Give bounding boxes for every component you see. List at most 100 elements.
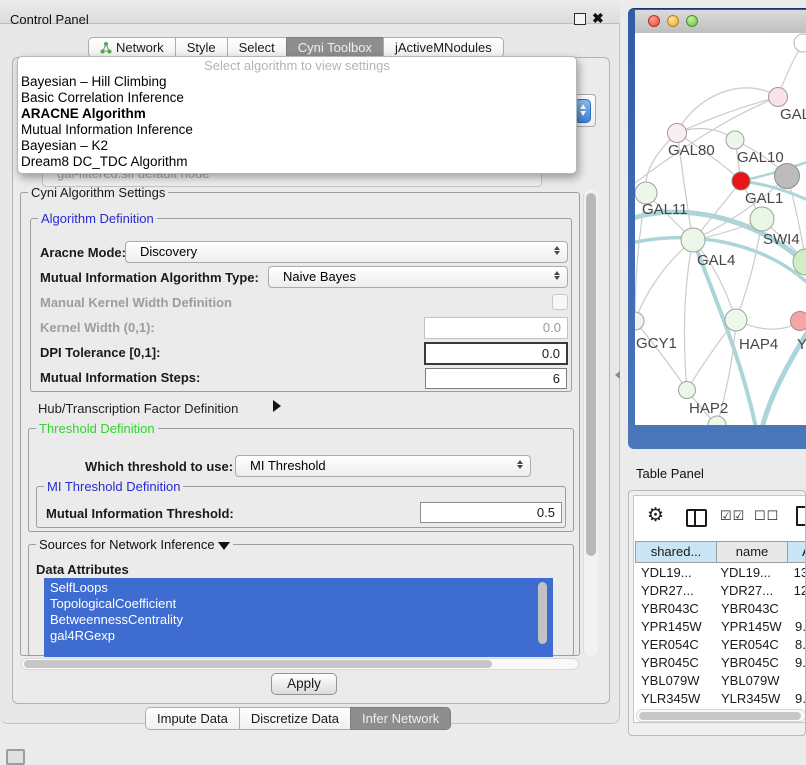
aracne-mode-select[interactable]: Discovery <box>125 241 568 263</box>
network-node[interactable] <box>794 34 806 52</box>
kernel-width-field[interactable]: 0.0 <box>424 317 568 339</box>
tab-jactivemnodules[interactable]: jActiveMNodules <box>383 37 504 58</box>
network-node-label: GAL80 <box>668 142 715 159</box>
table-row[interactable]: YLR345WYLR345W9. <box>635 690 806 708</box>
mi-steps-field[interactable]: 6 <box>425 368 567 389</box>
settings-hscrollbar[interactable] <box>21 658 579 670</box>
network-node-label: GAL1 <box>745 190 783 207</box>
data-attributes-list[interactable]: SelfLoopsTopologicalCoefficientBetweenne… <box>44 578 553 657</box>
table-panel: ⚙ ☑☑ ☐☐ shared... name A YDL19...YDL19..… <box>628 490 806 736</box>
network-node[interactable] <box>769 88 788 107</box>
which-threshold-select[interactable]: MI Threshold <box>235 455 531 477</box>
window-zoom-icon[interactable] <box>686 15 698 27</box>
hub-definition-label[interactable]: Hub/Transcription Factor Definition <box>38 401 238 417</box>
column-header-name[interactable]: name <box>716 541 788 563</box>
column-header-shared-name[interactable]: shared... <box>635 541 717 563</box>
network-node[interactable] <box>679 382 696 399</box>
manual-kernel-checkbox[interactable] <box>552 294 568 310</box>
data-attribute-item[interactable]: gal4RGexp <box>44 628 553 644</box>
tab-label: Infer Network <box>362 707 439 730</box>
network-node[interactable] <box>732 172 750 190</box>
data-attribute-item[interactable]: BetweennessCentrality <box>44 612 553 628</box>
table-row[interactable]: YDL19...YDL19...13 <box>635 564 806 582</box>
network-node[interactable] <box>726 131 744 149</box>
algorithm-option[interactable]: Basic Correlation Inference <box>18 90 576 106</box>
window-minimize-icon[interactable] <box>667 15 679 27</box>
network-node-label: GAL4 <box>697 252 735 269</box>
network-node[interactable] <box>708 416 726 425</box>
data-attribute-item[interactable]: SelfLoops <box>44 580 553 596</box>
table-cell: YBR043C <box>635 600 715 618</box>
mi-type-select[interactable]: Naive Bayes <box>268 266 568 288</box>
float-window-icon[interactable] <box>574 13 586 25</box>
settings-scrollbar-thumb[interactable] <box>586 193 596 556</box>
algorithm-dropdown-popup: Select algorithm to view settings Bayesi… <box>17 56 577 174</box>
select-all-checkboxes-icon[interactable]: ☑☑ <box>720 508 745 524</box>
control-panel-title: Control Panel <box>10 12 89 27</box>
table-hscrollbar-thumb[interactable] <box>639 712 801 720</box>
network-edge <box>635 240 693 321</box>
mi-threshold-value: 0.5 <box>537 505 555 520</box>
tab-cyni-toolbox[interactable]: Cyni Toolbox <box>286 37 383 58</box>
table-row[interactable]: YBR043CYBR043C <box>635 600 806 618</box>
expand-arrow-icon[interactable] <box>218 542 230 550</box>
settings-scrollbar[interactable] <box>583 190 598 656</box>
new-table-icon[interactable] <box>796 506 806 526</box>
tab-infer-network[interactable]: Infer Network <box>350 707 451 730</box>
tab-label: Network <box>116 37 164 58</box>
network-node[interactable] <box>635 312 644 330</box>
table-row[interactable]: YBL079WYBL079W <box>635 672 806 690</box>
mi-type-label: Mutual Information Algorithm Type: <box>40 270 259 286</box>
network-node[interactable] <box>725 309 747 331</box>
table-cell: YBR045C <box>715 654 791 672</box>
algorithm-option[interactable]: Bayesian – K2 <box>18 138 576 154</box>
minimized-panel-icon[interactable] <box>6 749 25 765</box>
deselect-all-checkboxes-icon[interactable]: ☐☐ <box>754 508 779 524</box>
network-node[interactable] <box>791 312 806 331</box>
control-panel-titlebar[interactable] <box>0 0 620 24</box>
algorithm-dropdown-list: Bayesian – Hill ClimbingBasic Correlatio… <box>18 74 576 170</box>
algorithm-option[interactable]: Bayesian – Hill Climbing <box>18 74 576 90</box>
tab-network[interactable]: Network <box>88 37 175 58</box>
table-cell: YBL079W <box>635 672 715 690</box>
gear-icon[interactable]: ⚙ <box>647 506 664 526</box>
collapse-arrow-icon[interactable] <box>273 400 281 412</box>
tab-discretize-data[interactable]: Discretize Data <box>239 707 350 730</box>
close-icon[interactable]: ✖ <box>592 10 604 26</box>
split-columns-icon[interactable] <box>686 509 707 527</box>
table-row[interactable]: YDR27...YDR27...12 <box>635 582 806 600</box>
column-header-partial[interactable]: A <box>787 541 806 563</box>
table-row[interactable]: YBR045CYBR045C9. <box>635 654 806 672</box>
kernel-width-value: 0.0 <box>543 320 561 335</box>
dpi-tolerance-label: DPI Tolerance [0,1]: <box>40 345 160 361</box>
spinner-arrows-icon <box>551 269 563 282</box>
tab-label: Impute Data <box>157 707 228 730</box>
mi-threshold-field[interactable]: 0.5 <box>420 502 562 523</box>
tab-select[interactable]: Select <box>227 37 286 58</box>
algorithm-option[interactable]: Mutual Information Inference <box>18 122 576 138</box>
network-canvas[interactable]: GALGAL80GAL10GAL1GAL11SWI4GAL4GCY1HAP4YH… <box>635 33 806 425</box>
table-hscrollbar[interactable] <box>636 709 806 722</box>
data-attribute-item[interactable]: TopologicalCoefficient <box>44 596 553 612</box>
window-close-icon[interactable] <box>648 15 660 27</box>
network-window-titlebar[interactable] <box>635 10 806 34</box>
apply-button-label: Apply <box>287 676 321 691</box>
tab-impute-data[interactable]: Impute Data <box>145 707 239 730</box>
algorithm-option[interactable]: ARACNE Algorithm <box>18 106 576 122</box>
mi-steps-value: 6 <box>553 371 560 386</box>
algorithm-option[interactable]: Dream8 DC_TDC Algorithm <box>18 154 576 170</box>
settings-hscrollbar-thumb[interactable] <box>24 660 492 668</box>
network-node[interactable] <box>681 228 705 252</box>
dpi-tolerance-field[interactable]: 0.0 <box>424 342 568 365</box>
panel-resize-handle[interactable] <box>615 371 620 379</box>
group-title: Threshold Definition <box>36 421 158 436</box>
network-node[interactable] <box>775 164 800 189</box>
table-row[interactable]: YER054CYER054C8. <box>635 636 806 654</box>
tab-style[interactable]: Style <box>175 37 227 58</box>
apply-button[interactable]: Apply <box>271 673 337 695</box>
network-node[interactable] <box>750 207 774 231</box>
table-row[interactable]: YPR145WYPR145W9. <box>635 618 806 636</box>
attributes-scrollbar-thumb[interactable] <box>538 582 547 644</box>
network-node[interactable] <box>668 124 687 143</box>
which-threshold-label: Which threshold to use: <box>85 459 233 475</box>
